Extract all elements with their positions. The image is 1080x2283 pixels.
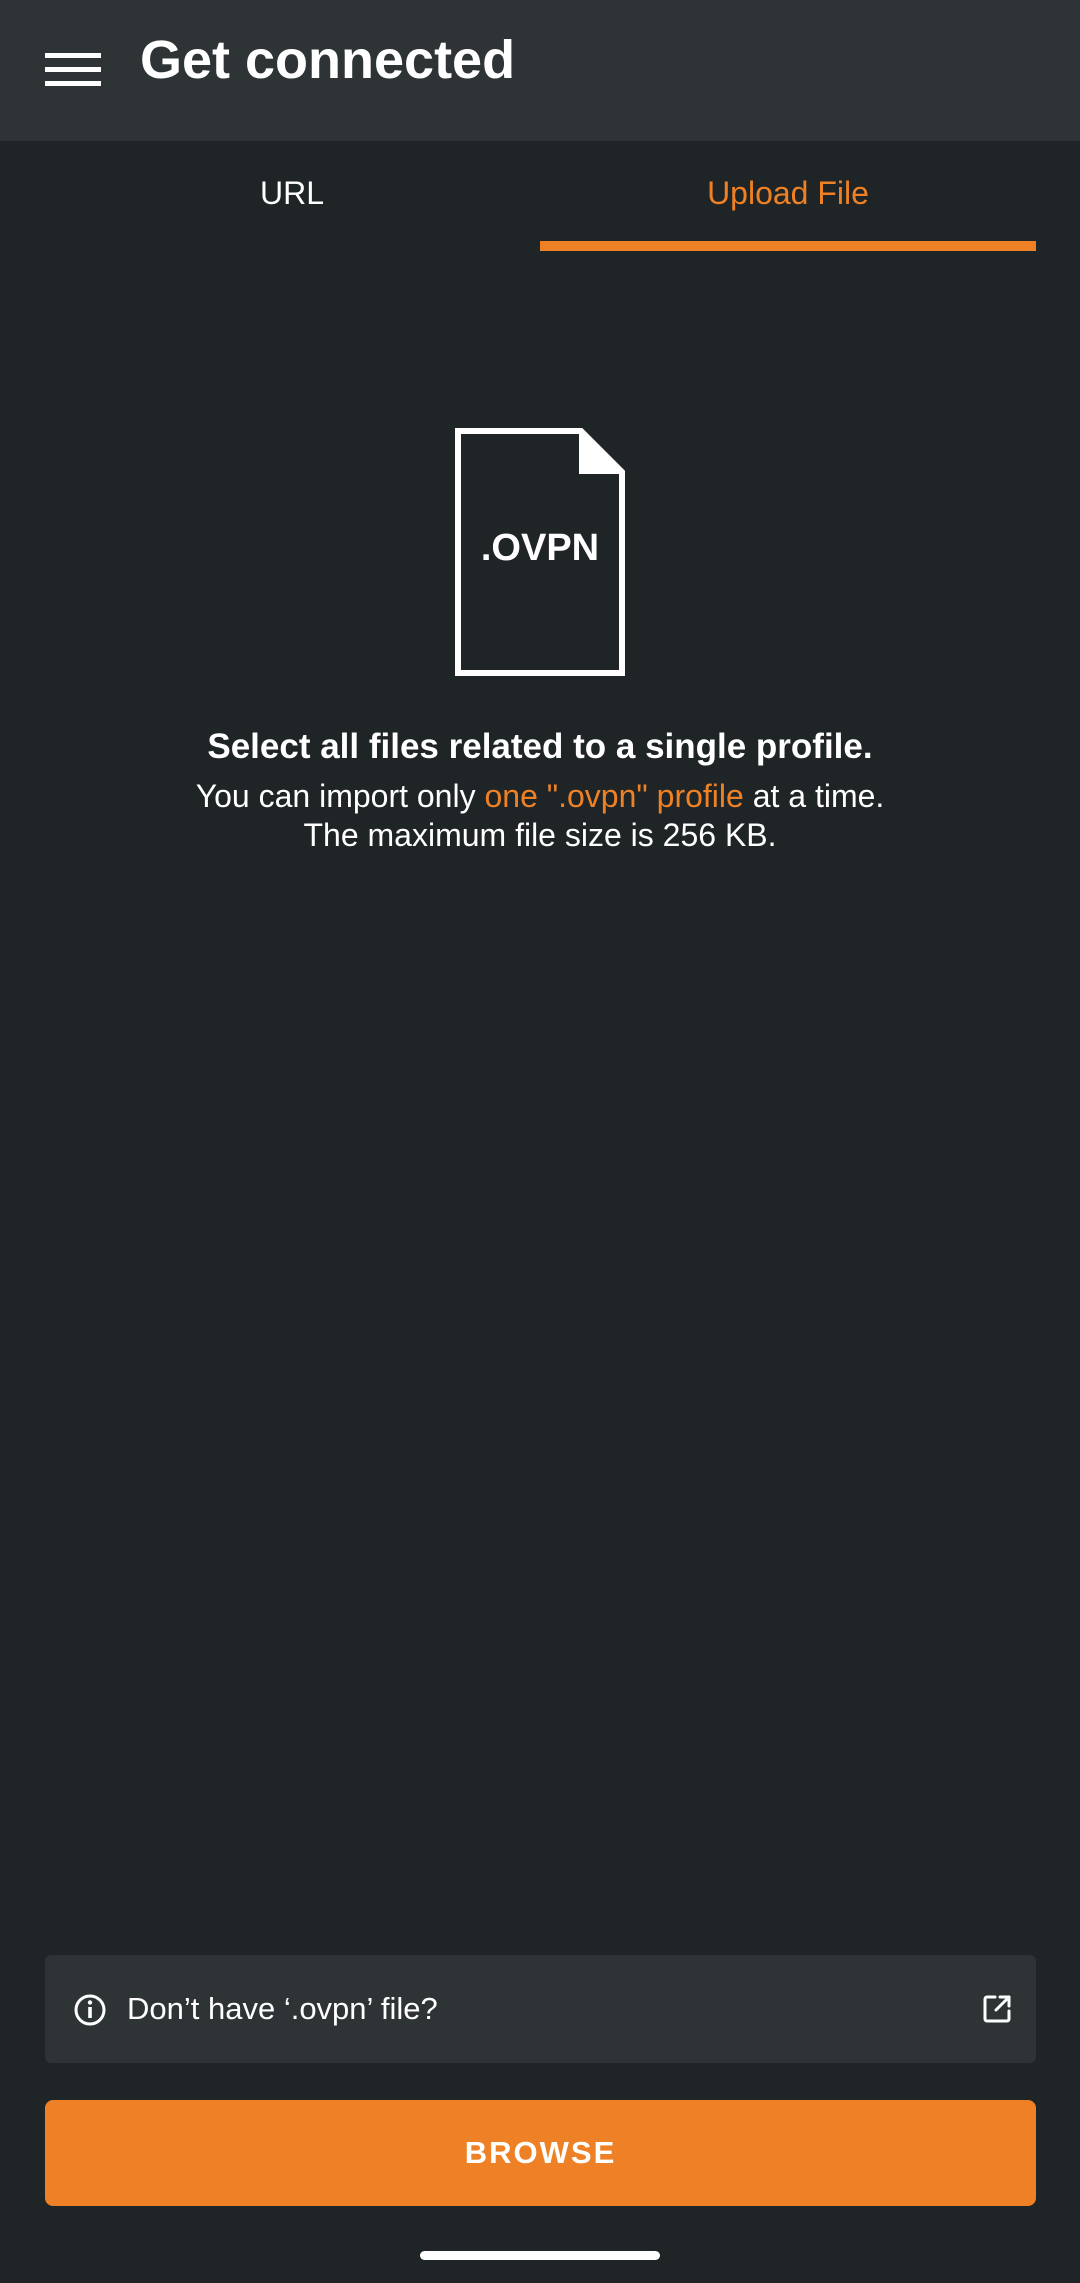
- description-text-start: You can import only: [195, 778, 485, 814]
- description-text-end: at a time.: [743, 778, 885, 814]
- menu-button[interactable]: [30, 26, 116, 112]
- help-card-text: Don’t have ‘.ovpn’ file?: [127, 1991, 438, 2026]
- info-circle-icon: [74, 1994, 106, 2026]
- external-link-button[interactable]: [973, 1985, 1021, 2033]
- no-ovpn-file-help-card[interactable]: Don’t have ‘.ovpn’ file?: [45, 1955, 1036, 2063]
- tab-bar: URL Upload File: [0, 141, 1080, 253]
- upload-description: You can import only one ".ovpn" profile …: [0, 776, 1080, 816]
- tab-url[interactable]: URL: [44, 141, 540, 253]
- external-link-icon: [983, 1995, 1011, 2023]
- page-title: Get connected: [140, 30, 516, 90]
- upload-headline: Select all files related to a single pro…: [207, 727, 873, 766]
- file-icon-label: .OVPN: [480, 527, 600, 569]
- ovpn-file-icon: .OVPN: [455, 428, 625, 676]
- hamburger-menu-icon: [45, 53, 101, 86]
- home-indicator[interactable]: [420, 2251, 660, 2260]
- tab-upload-file[interactable]: Upload File: [540, 141, 1036, 253]
- tab-upload-file-label: Upload File: [707, 175, 869, 211]
- app-bar: Get connected: [0, 0, 1080, 141]
- browse-button[interactable]: BROWSE: [45, 2100, 1036, 2206]
- tab-selected-indicator: [540, 241, 1036, 251]
- browse-button-label: BROWSE: [464, 2135, 617, 2170]
- description-highlight: one ".ovpn" profile: [484, 778, 744, 814]
- max-file-size-note: The maximum file size is 256 KB.: [303, 817, 777, 853]
- tab-url-label: URL: [259, 175, 324, 211]
